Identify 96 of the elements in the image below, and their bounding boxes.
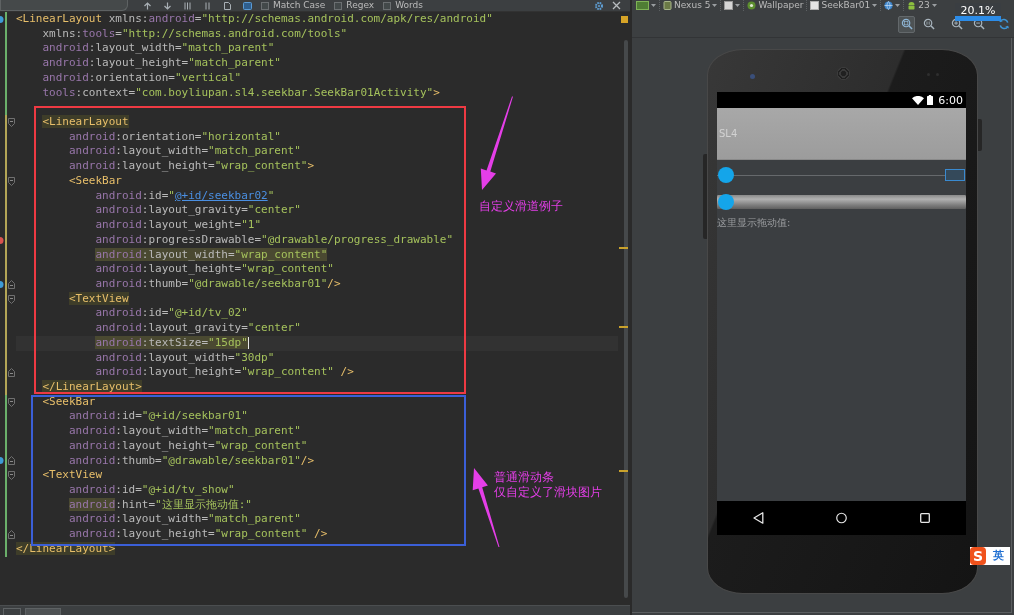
code-line: android:layout_gravity="center" bbox=[95, 321, 301, 336]
code-line: android:layout_width="match_parent" bbox=[68, 424, 301, 439]
code-line: android:layout_height="wrap_content" bbox=[68, 438, 308, 454]
square-icon bbox=[724, 1, 734, 10]
code-line: android:progressDrawable="@drawable/progress_drawable" bbox=[95, 232, 454, 248]
fold-end-icon[interactable] bbox=[8, 530, 15, 539]
text-cursor bbox=[247, 337, 249, 350]
phone-side-ridge bbox=[978, 119, 982, 151]
fold-start-icon[interactable] bbox=[8, 471, 15, 481]
option-checkbox[interactable]: Match Case bbox=[261, 0, 326, 11]
battery-icon bbox=[927, 95, 934, 105]
code-line: android:layout_height="wrap_content" /> bbox=[68, 527, 328, 542]
code-line: android:layout_width="match_parent" bbox=[68, 512, 301, 528]
code-line: android:layout_width="wrap_content" bbox=[95, 247, 328, 263]
code-line: android:layout_width="match_parent" bbox=[42, 41, 275, 57]
code-line: <LinearLayout xmlns:android="http://schemas.android.com/apk/res/android" bbox=[16, 12, 493, 27]
code-line: android:thumb="@drawable/seekbar01"/> bbox=[95, 276, 341, 292]
code-line: android:layout_height="match_parent" bbox=[42, 56, 281, 71]
ime-mode[interactable]: 英 bbox=[986, 549, 1010, 563]
scrollbar-thumb[interactable] bbox=[624, 40, 628, 598]
option-checkbox[interactable]: Regex bbox=[334, 0, 375, 11]
back-icon[interactable] bbox=[753, 512, 765, 524]
square-toggle-icon[interactable] bbox=[243, 1, 252, 10]
recents-icon[interactable] bbox=[919, 513, 930, 523]
robot-icon bbox=[907, 1, 917, 10]
checkbox-icon[interactable] bbox=[383, 1, 392, 10]
error-marker-icon[interactable] bbox=[0, 236, 5, 244]
code-line: xmlns:tools="http://schemas.android.com/tools" bbox=[42, 26, 348, 42]
screen-icon bbox=[636, 1, 649, 10]
zoom-level-label: 20.1% bbox=[955, 3, 1001, 21]
code-line: android:orientation="vertical" bbox=[42, 70, 242, 86]
code-line: android:textSize="15dp" bbox=[95, 335, 248, 351]
code-line: android:id="@+id/tv_02" bbox=[95, 306, 248, 322]
fold-end-icon[interactable] bbox=[8, 368, 15, 378]
fold-end-icon[interactable] bbox=[8, 279, 15, 289]
seekbar-thumb[interactable] bbox=[718, 167, 734, 183]
code-line: <TextView bbox=[42, 468, 103, 483]
annotation-text: 仅自定义了滑块图片 bbox=[494, 485, 602, 500]
vertical-bars-icon[interactable] bbox=[203, 1, 212, 10]
wifi-icon bbox=[912, 95, 925, 105]
info-marker-icon[interactable] bbox=[0, 15, 5, 23]
code-line: android:orientation="horizontal" bbox=[68, 129, 281, 145]
zoom-out-icon[interactable] bbox=[972, 18, 985, 30]
code-line: android:layout_width="30dp" bbox=[95, 350, 275, 366]
info-marker-icon[interactable] bbox=[0, 457, 5, 465]
code-line: <SeekBar bbox=[42, 394, 96, 410]
hint-text: 这里显示拖动值: bbox=[717, 216, 792, 229]
code-link[interactable]: @+id/seekbar02 bbox=[174, 188, 268, 202]
zoom-in-icon[interactable] bbox=[950, 18, 963, 30]
code-line: android:layout_height="wrap_content" /> bbox=[95, 365, 354, 380]
info-marker-icon[interactable] bbox=[0, 280, 5, 288]
arrow-up-icon[interactable] bbox=[143, 1, 152, 10]
fold-start-icon[interactable] bbox=[8, 117, 15, 127]
code-line: android:id="@+id/seekbar02" bbox=[95, 188, 275, 204]
code-line: android:layout_height="wrap_content"> bbox=[68, 159, 314, 174]
code-line: <SeekBar bbox=[68, 173, 122, 189]
code-line: android:layout_width="match_parent" bbox=[68, 144, 301, 160]
home-icon[interactable] bbox=[836, 512, 848, 524]
annotation-text: 普通滑动条 bbox=[494, 470, 555, 485]
toolbar-dropdown[interactable] bbox=[633, 0, 659, 11]
document-icon[interactable] bbox=[223, 1, 232, 10]
text-view-outline[interactable] bbox=[945, 169, 965, 181]
fold-start-icon[interactable] bbox=[8, 176, 15, 186]
code-line: tools:context="com.boyliupan.sl4.seekbar.SeekBar01Activity"> bbox=[42, 85, 440, 101]
square-icon bbox=[810, 1, 820, 10]
fold-start-icon[interactable] bbox=[8, 397, 15, 407]
fold-end-icon[interactable] bbox=[8, 456, 15, 466]
close-icon[interactable] bbox=[612, 1, 621, 10]
warning-status-icon[interactable] bbox=[620, 16, 628, 23]
camera-icon bbox=[750, 73, 755, 79]
seekbar-track[interactable] bbox=[717, 194, 966, 210]
arrow-down-icon[interactable] bbox=[163, 1, 172, 10]
annotation-text: 自定义滑道例子 bbox=[479, 199, 563, 214]
code-line: android:layout_weight="1" bbox=[95, 218, 262, 233]
ime-logo[interactable]: S bbox=[970, 547, 986, 565]
circle-icon bbox=[747, 1, 757, 10]
refresh-icon[interactable] bbox=[998, 18, 1010, 30]
zoom-actual-icon[interactable] bbox=[922, 18, 935, 30]
settings-icon[interactable] bbox=[594, 0, 604, 11]
globe-icon bbox=[884, 1, 894, 10]
checkbox-icon[interactable] bbox=[334, 1, 343, 10]
search-field[interactable] bbox=[0, 0, 128, 11]
option-checkbox[interactable]: Words bbox=[383, 0, 423, 11]
code-line: android:hint="这里显示拖动值:" bbox=[68, 497, 252, 513]
speaker-icon bbox=[837, 66, 850, 80]
fold-start-icon[interactable] bbox=[8, 294, 15, 304]
seekbar-thumb[interactable] bbox=[718, 194, 734, 210]
phone-icon bbox=[663, 1, 672, 10]
code-line: android:layout_gravity="center" bbox=[95, 203, 301, 219]
checkbox-icon[interactable] bbox=[261, 1, 269, 10]
vertical-bars-icon[interactable] bbox=[183, 1, 192, 10]
code-line: android:id="@+id/tv_show" bbox=[68, 483, 235, 498]
status-time: 6:00 bbox=[938, 93, 963, 107]
code-line: android:id="@+id/seekbar01" bbox=[68, 409, 248, 425]
code-line: android:layout_height="wrap_content" bbox=[95, 262, 334, 277]
code-line: android:thumb="@drawable/seekbar01"/> bbox=[68, 453, 314, 469]
